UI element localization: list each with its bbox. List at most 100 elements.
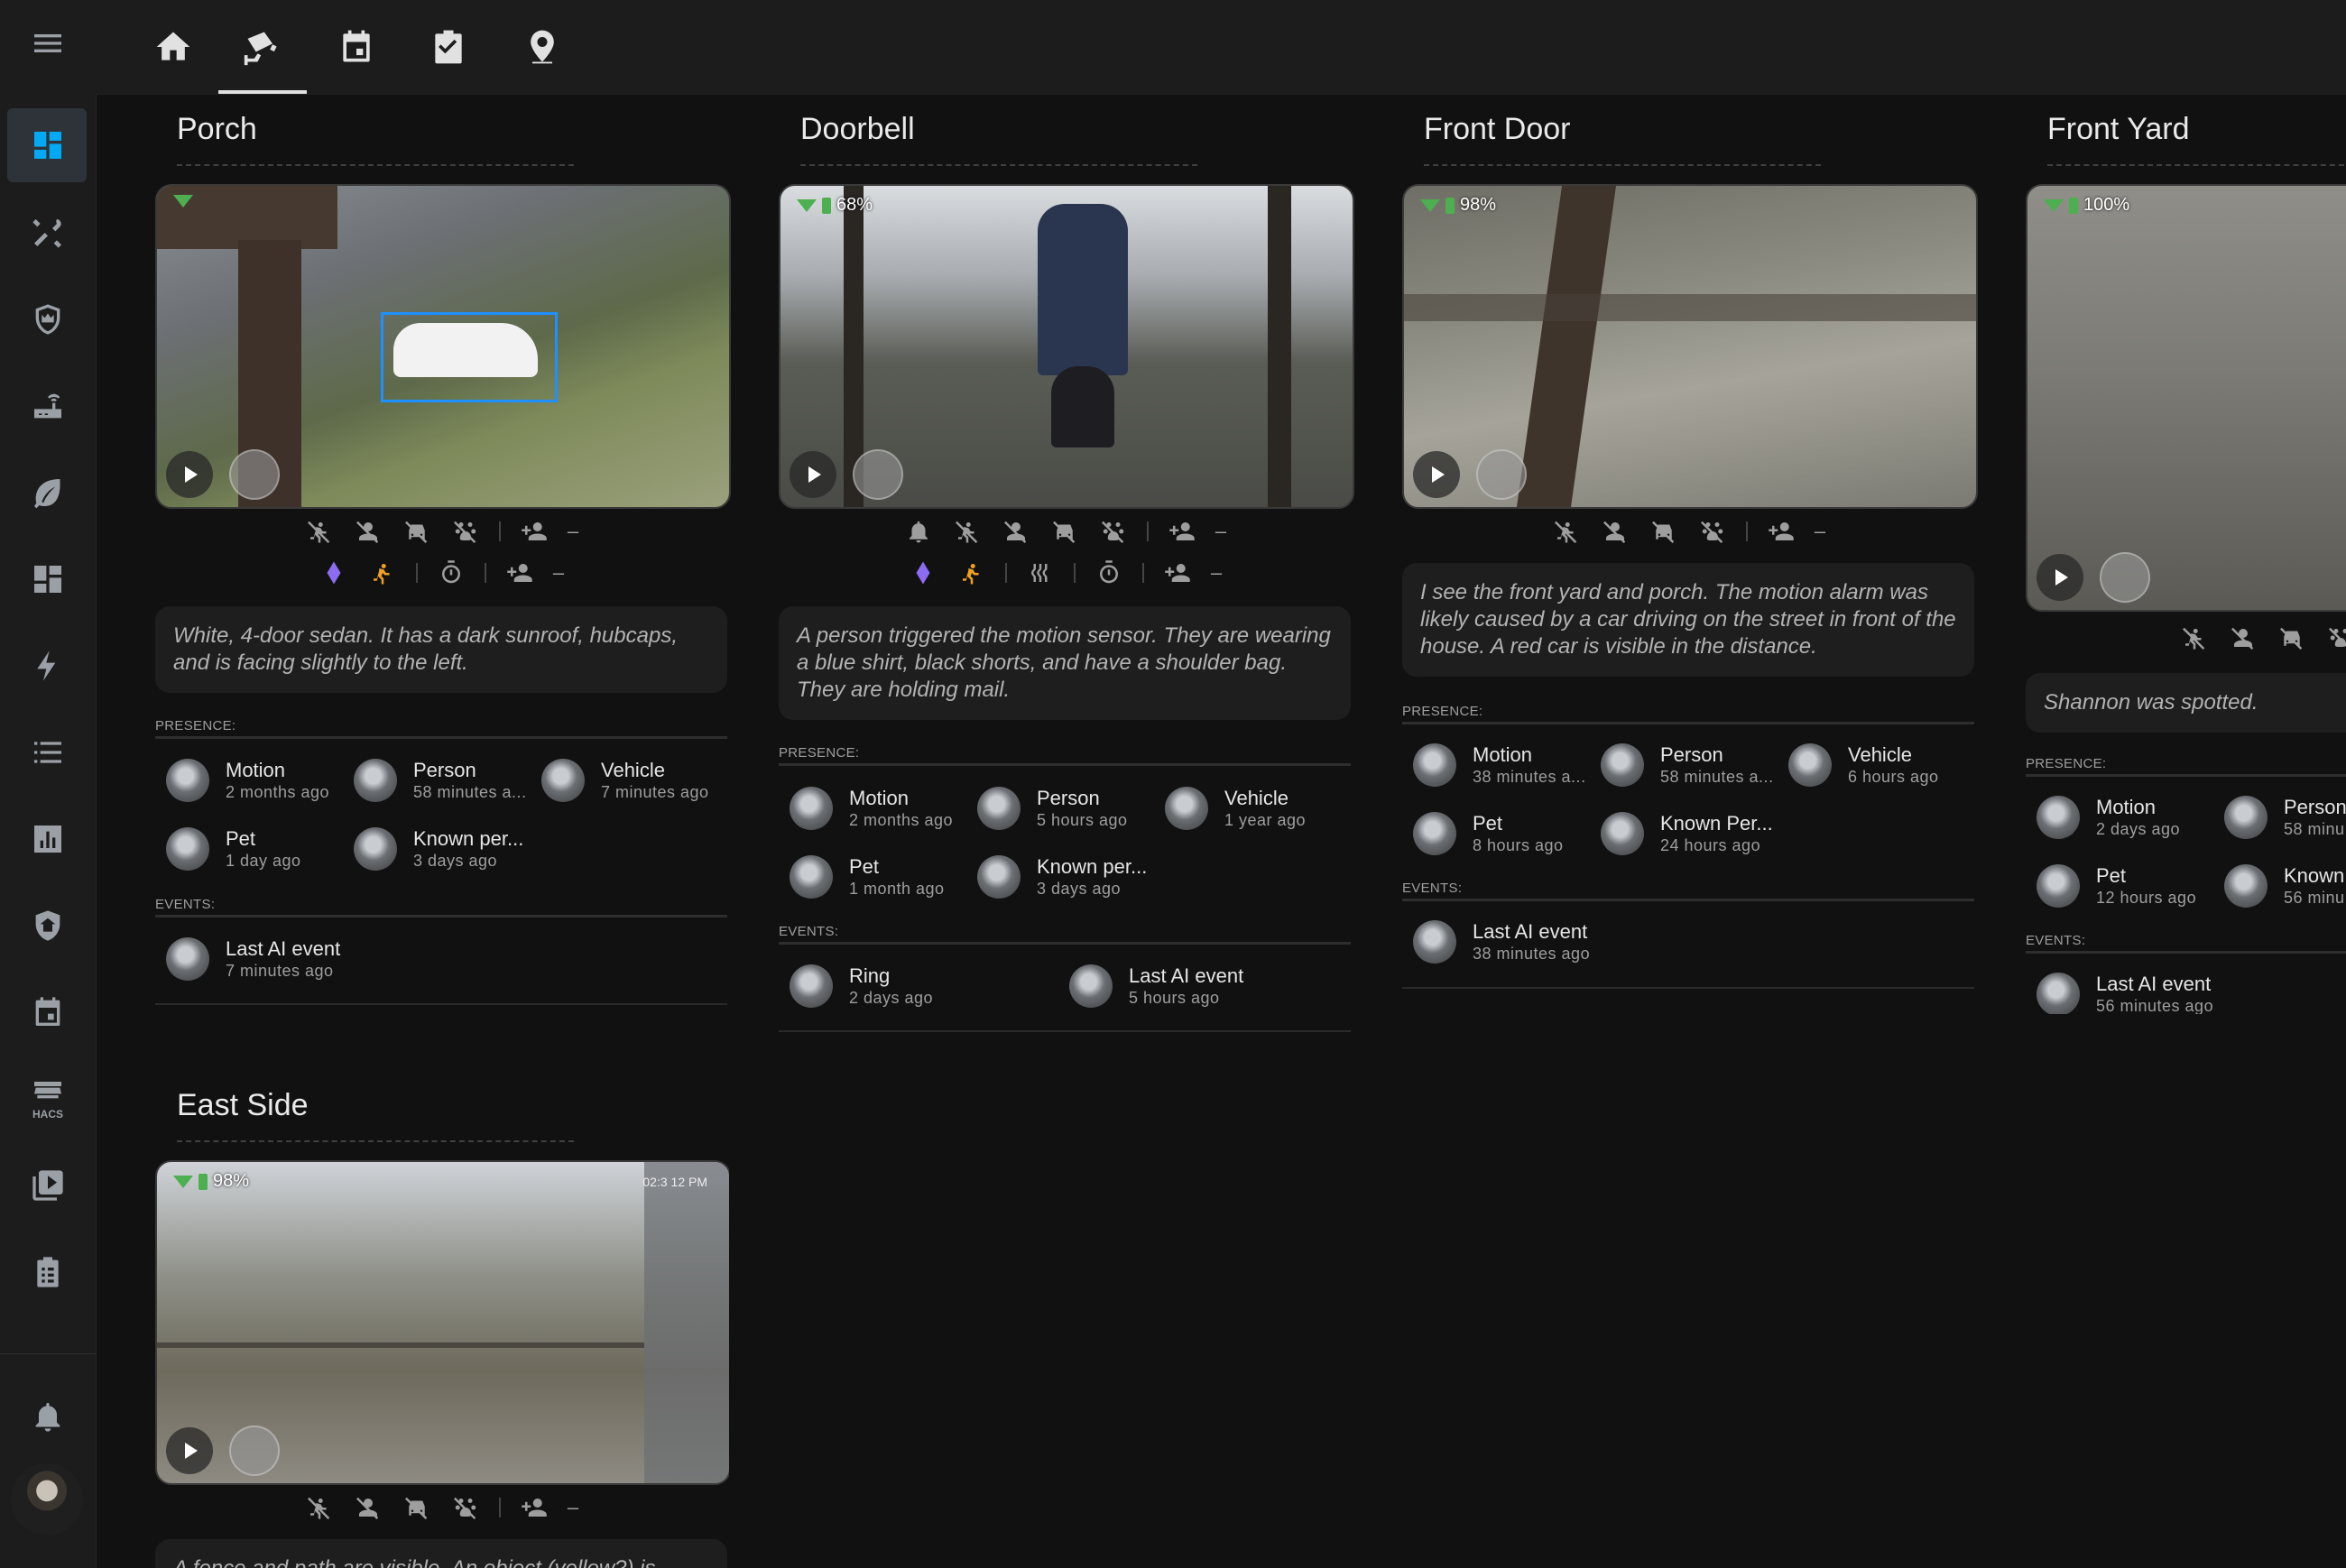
known-person-icon[interactable] <box>1167 516 1197 547</box>
pet-off-icon[interactable] <box>1098 516 1129 547</box>
avatar[interactable] <box>11 1463 83 1536</box>
play-button[interactable] <box>166 1427 213 1474</box>
checklist-icon[interactable] <box>423 22 474 72</box>
camera-feed[interactable]: 100% <box>2026 184 2346 612</box>
heat-icon[interactable] <box>1025 558 1056 588</box>
ai-diamond-icon[interactable] <box>908 558 938 588</box>
event-item-last-ai[interactable]: Last AI event 38 minutes ago <box>1413 920 1590 964</box>
presence-item-person[interactable]: Person 5 hours ago <box>977 787 1128 830</box>
play-button[interactable] <box>1413 451 1460 498</box>
motion-off-icon[interactable] <box>2179 623 2210 653</box>
presence-item-known-person[interactable]: Known Per... 24 hours ago <box>1601 812 1773 855</box>
snapshot-thumbnail[interactable] <box>853 449 903 500</box>
person-off-icon[interactable] <box>1600 516 1630 547</box>
timer-icon[interactable] <box>1094 558 1124 588</box>
snapshot-thumbnail[interactable] <box>2100 552 2150 603</box>
camera-feed[interactable]: 68% <box>779 184 1354 509</box>
motion-off-icon[interactable] <box>304 516 335 547</box>
event-item-last-ai[interactable]: Last AI event 7 minutes ago <box>166 937 340 981</box>
known-person-add-icon[interactable] <box>504 558 535 588</box>
home-shield-icon[interactable] <box>26 904 69 947</box>
snapshot-thumbnail[interactable] <box>1476 449 1527 500</box>
presence-item-known-person[interactable]: Known per... 3 days ago <box>977 855 1147 899</box>
doorbell-icon[interactable] <box>903 516 934 547</box>
map-marker-icon[interactable] <box>517 22 568 72</box>
presence-item-vehicle[interactable]: Vehicle 1 year ago <box>1165 787 1306 830</box>
pet-off-icon[interactable] <box>1697 516 1728 547</box>
bell-icon[interactable] <box>26 1395 69 1438</box>
play-button[interactable] <box>790 451 836 498</box>
calendar-tab-icon[interactable] <box>331 22 382 72</box>
camera-feed[interactable] <box>155 184 731 509</box>
media-icon[interactable] <box>26 1164 69 1207</box>
camera-feed[interactable]: 98% 02:3 12 PM <box>155 1160 729 1485</box>
presence-item-vehicle[interactable]: Vehicle 7 minutes ago <box>541 759 709 802</box>
item-name: Pet <box>226 827 256 850</box>
ai-diamond-icon[interactable] <box>319 558 349 588</box>
play-button[interactable] <box>2037 554 2083 601</box>
cctv-icon[interactable] <box>237 22 288 72</box>
snapshot-thumbnail[interactable] <box>229 449 280 500</box>
known-person-add-icon[interactable] <box>1162 558 1193 588</box>
event-item-ring[interactable]: Ring 2 days ago <box>790 964 933 1008</box>
play-button[interactable] <box>166 451 213 498</box>
clipboard-icon[interactable] <box>26 1250 69 1294</box>
presence-item-motion[interactable]: Motion 2 months ago <box>790 787 953 830</box>
camera-status: 68% <box>797 195 873 216</box>
motion-off-icon[interactable] <box>952 516 983 547</box>
presence-item-pet[interactable]: Pet 8 hours ago <box>1413 812 1564 855</box>
shield-crown-icon[interactable] <box>26 298 69 341</box>
presence-item-pet[interactable]: Pet 1 month ago <box>790 855 945 899</box>
menu-icon[interactable] <box>26 22 69 65</box>
calendar-icon[interactable] <box>26 991 69 1034</box>
presence-item-person[interactable]: Person 58 minutes a... <box>1601 743 1774 787</box>
vehicle-off-icon[interactable] <box>2277 623 2307 653</box>
presence-item-pet[interactable]: Pet 1 day ago <box>166 827 301 871</box>
known-person-icon[interactable] <box>519 516 550 547</box>
chart-icon[interactable] <box>26 817 69 861</box>
known-person-icon[interactable] <box>1766 516 1796 547</box>
list-icon[interactable] <box>26 731 69 774</box>
presence-item-known-person[interactable]: Known 56 minu <box>2224 864 2345 908</box>
presence-item-motion[interactable]: Motion 2 months ago <box>166 759 329 802</box>
dashboard-icon[interactable] <box>26 124 69 167</box>
home-icon[interactable] <box>148 22 199 72</box>
vehicle-off-icon[interactable] <box>1049 516 1080 547</box>
motion-off-icon[interactable] <box>1551 516 1582 547</box>
event-item-last-ai[interactable]: Last AI event 56 minutes ago <box>2037 973 2213 1014</box>
presence-item-known-person[interactable]: Known per... 3 days ago <box>354 827 523 871</box>
presence-item-person[interactable]: Person 58 minu <box>2224 796 2346 839</box>
timer-icon[interactable] <box>436 558 466 588</box>
presence-item-pet[interactable]: Pet 12 hours ago <box>2037 864 2196 908</box>
leaf-icon[interactable] <box>26 471 69 514</box>
lightning-icon[interactable] <box>26 644 69 687</box>
vehicle-off-icon[interactable] <box>402 1492 432 1523</box>
event-item-last-ai[interactable]: Last AI event 5 hours ago <box>1069 964 1243 1008</box>
presence-item-motion[interactable]: Motion 2 days ago <box>2037 796 2180 839</box>
router-icon[interactable] <box>26 384 69 428</box>
vehicle-off-icon[interactable] <box>402 516 432 547</box>
pet-off-icon[interactable] <box>450 516 481 547</box>
presence-item-vehicle[interactable]: Vehicle 6 hours ago <box>1788 743 1939 787</box>
thumbnail <box>1601 812 1644 855</box>
presence-item-person[interactable]: Person 58 minutes a... <box>354 759 527 802</box>
known-person-icon[interactable] <box>519 1492 550 1523</box>
snapshot-thumbnail[interactable] <box>229 1425 280 1476</box>
vehicle-off-icon[interactable] <box>1649 516 1679 547</box>
grid-icon[interactable] <box>26 558 69 601</box>
presence-item-motion[interactable]: Motion 38 minutes a... <box>1413 743 1586 787</box>
item-name: Vehicle <box>601 759 665 781</box>
person-off-icon[interactable] <box>353 516 383 547</box>
pet-off-icon[interactable] <box>450 1492 481 1523</box>
thumbnail <box>2037 864 2080 908</box>
pet-off-icon[interactable] <box>2325 623 2346 653</box>
person-off-icon[interactable] <box>1001 516 1031 547</box>
tools-icon[interactable] <box>26 211 69 254</box>
motion-active-icon[interactable] <box>367 558 398 588</box>
motion-active-icon[interactable] <box>956 558 987 588</box>
person-off-icon[interactable] <box>2228 623 2258 653</box>
item-name: Known <box>2284 864 2345 887</box>
motion-off-icon[interactable] <box>304 1492 335 1523</box>
person-off-icon[interactable] <box>353 1492 383 1523</box>
camera-feed[interactable]: 98% <box>1402 184 1978 509</box>
